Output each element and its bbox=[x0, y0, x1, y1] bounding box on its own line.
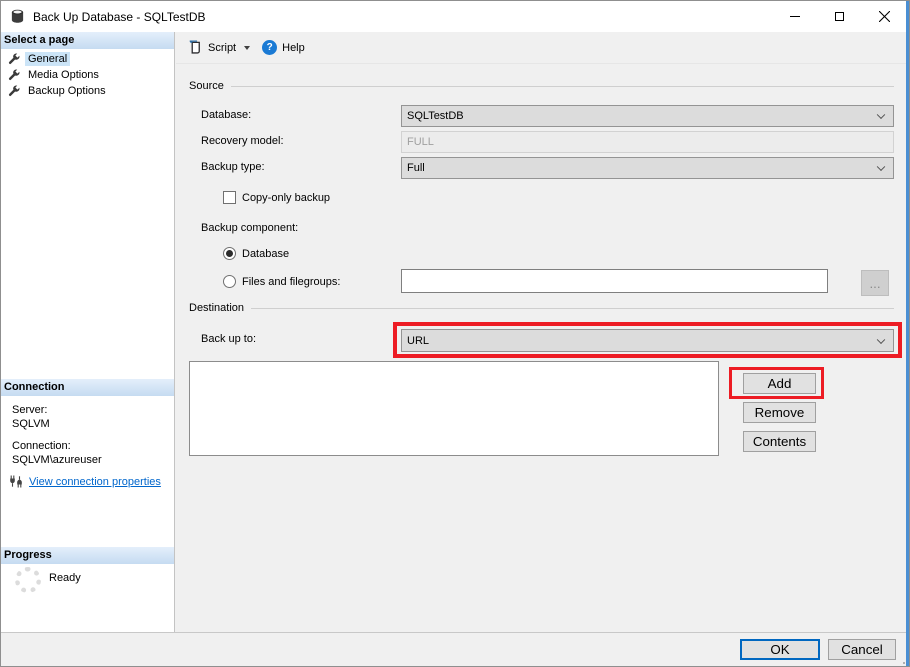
chevron-down-icon bbox=[877, 335, 885, 343]
close-button[interactable] bbox=[862, 1, 907, 32]
group-divider bbox=[231, 86, 894, 87]
copy-only-backup-checkbox[interactable] bbox=[223, 191, 236, 204]
backup-type-combobox-value: Full bbox=[407, 162, 425, 174]
connection-label: Connection: bbox=[12, 440, 71, 452]
view-connection-properties-link[interactable]: View connection properties bbox=[29, 476, 161, 488]
progress-status: Ready bbox=[49, 572, 81, 584]
source-group-label: Source bbox=[189, 80, 224, 92]
close-icon bbox=[879, 11, 890, 22]
backup-database-dialog: Back Up Database - SQLTestDB Select a pa… bbox=[0, 0, 910, 667]
script-dropdown-icon[interactable] bbox=[244, 46, 250, 50]
server-value: SQLVM bbox=[12, 418, 50, 430]
recovery-model-value: FULL bbox=[407, 136, 434, 148]
contents-button[interactable]: Contents bbox=[743, 431, 816, 452]
destination-group-label: Destination bbox=[189, 302, 244, 314]
database-radio-label: Database bbox=[242, 248, 289, 260]
connection-header: Connection bbox=[1, 379, 174, 396]
title-bar[interactable]: Back Up Database - SQLTestDB bbox=[1, 1, 909, 32]
script-button-label: Script bbox=[208, 42, 236, 54]
recovery-model-label: Recovery model: bbox=[201, 135, 284, 147]
sidebar-item-label: General bbox=[25, 52, 70, 66]
resize-grip[interactable] bbox=[899, 658, 901, 660]
destination-list[interactable] bbox=[189, 361, 719, 456]
wrench-icon bbox=[8, 69, 20, 81]
sidebar-item-backup-options[interactable]: Backup Options bbox=[8, 83, 109, 99]
window-title: Back Up Database - SQLTestDB bbox=[33, 10, 206, 24]
backup-type-label: Backup type: bbox=[201, 161, 265, 173]
window-controls bbox=[772, 1, 907, 32]
script-icon bbox=[188, 40, 203, 55]
view-connection-properties-row: View connection properties bbox=[9, 475, 161, 488]
select-a-page-header: Select a page bbox=[1, 32, 174, 49]
source-group-header: Source bbox=[189, 80, 894, 92]
back-up-to-combobox[interactable]: URL bbox=[401, 329, 894, 352]
sidebar: Select a page General Media Options Back… bbox=[1, 32, 175, 632]
files-filegroups-field[interactable] bbox=[401, 269, 828, 293]
toolbar: Script ? Help bbox=[176, 32, 910, 64]
connection-properties-icon bbox=[9, 475, 23, 488]
help-icon: ? bbox=[262, 40, 277, 55]
database-combobox-value: SQLTestDB bbox=[407, 110, 464, 122]
sidebar-item-general[interactable]: General bbox=[8, 51, 70, 67]
maximize-icon bbox=[835, 12, 844, 21]
chevron-down-icon bbox=[877, 111, 885, 119]
wrench-icon bbox=[8, 53, 20, 65]
remove-button[interactable]: Remove bbox=[743, 402, 816, 423]
help-button-label: Help bbox=[282, 42, 305, 54]
group-divider bbox=[251, 308, 894, 309]
destination-group-header: Destination bbox=[189, 302, 894, 314]
database-icon bbox=[10, 9, 25, 24]
ok-button[interactable]: OK bbox=[740, 639, 820, 660]
database-label: Database: bbox=[201, 109, 251, 121]
browse-button[interactable]: ... bbox=[861, 270, 889, 296]
connection-value: SQLVM\azureuser bbox=[12, 454, 102, 466]
copy-only-backup-label: Copy-only backup bbox=[242, 192, 330, 204]
recovery-model-field: FULL bbox=[401, 131, 894, 153]
minimize-icon bbox=[790, 16, 800, 17]
backup-component-label: Backup component: bbox=[201, 222, 298, 234]
maximize-button[interactable] bbox=[817, 1, 862, 32]
sidebar-item-label: Backup Options bbox=[25, 84, 109, 98]
window-accent-border bbox=[906, 1, 909, 666]
sidebar-item-media-options[interactable]: Media Options bbox=[8, 67, 102, 83]
database-radio[interactable] bbox=[223, 247, 236, 260]
main-panel: Script ? Help Source Database: SQLTestDB… bbox=[176, 32, 910, 632]
cancel-button[interactable]: Cancel bbox=[828, 639, 896, 660]
script-button[interactable]: Script bbox=[186, 37, 238, 58]
minimize-button[interactable] bbox=[772, 1, 817, 32]
database-combobox[interactable]: SQLTestDB bbox=[401, 105, 894, 127]
help-button[interactable]: ? Help bbox=[260, 37, 307, 58]
server-label: Server: bbox=[12, 404, 47, 416]
progress-header: Progress bbox=[1, 547, 174, 564]
wrench-icon bbox=[8, 85, 20, 97]
footer-bar: OK Cancel bbox=[1, 632, 909, 666]
files-filegroups-radio[interactable] bbox=[223, 275, 236, 288]
chevron-down-icon bbox=[877, 163, 885, 171]
back-up-to-label: Back up to: bbox=[201, 333, 256, 345]
backup-type-combobox[interactable]: Full bbox=[401, 157, 894, 179]
add-button[interactable]: Add bbox=[743, 373, 816, 394]
back-up-to-combobox-value: URL bbox=[407, 335, 429, 347]
sidebar-item-label: Media Options bbox=[25, 68, 102, 82]
help-icon-glyph: ? bbox=[267, 42, 273, 53]
files-filegroups-radio-label: Files and filegroups: bbox=[242, 276, 340, 288]
progress-spinner-icon bbox=[15, 567, 41, 593]
